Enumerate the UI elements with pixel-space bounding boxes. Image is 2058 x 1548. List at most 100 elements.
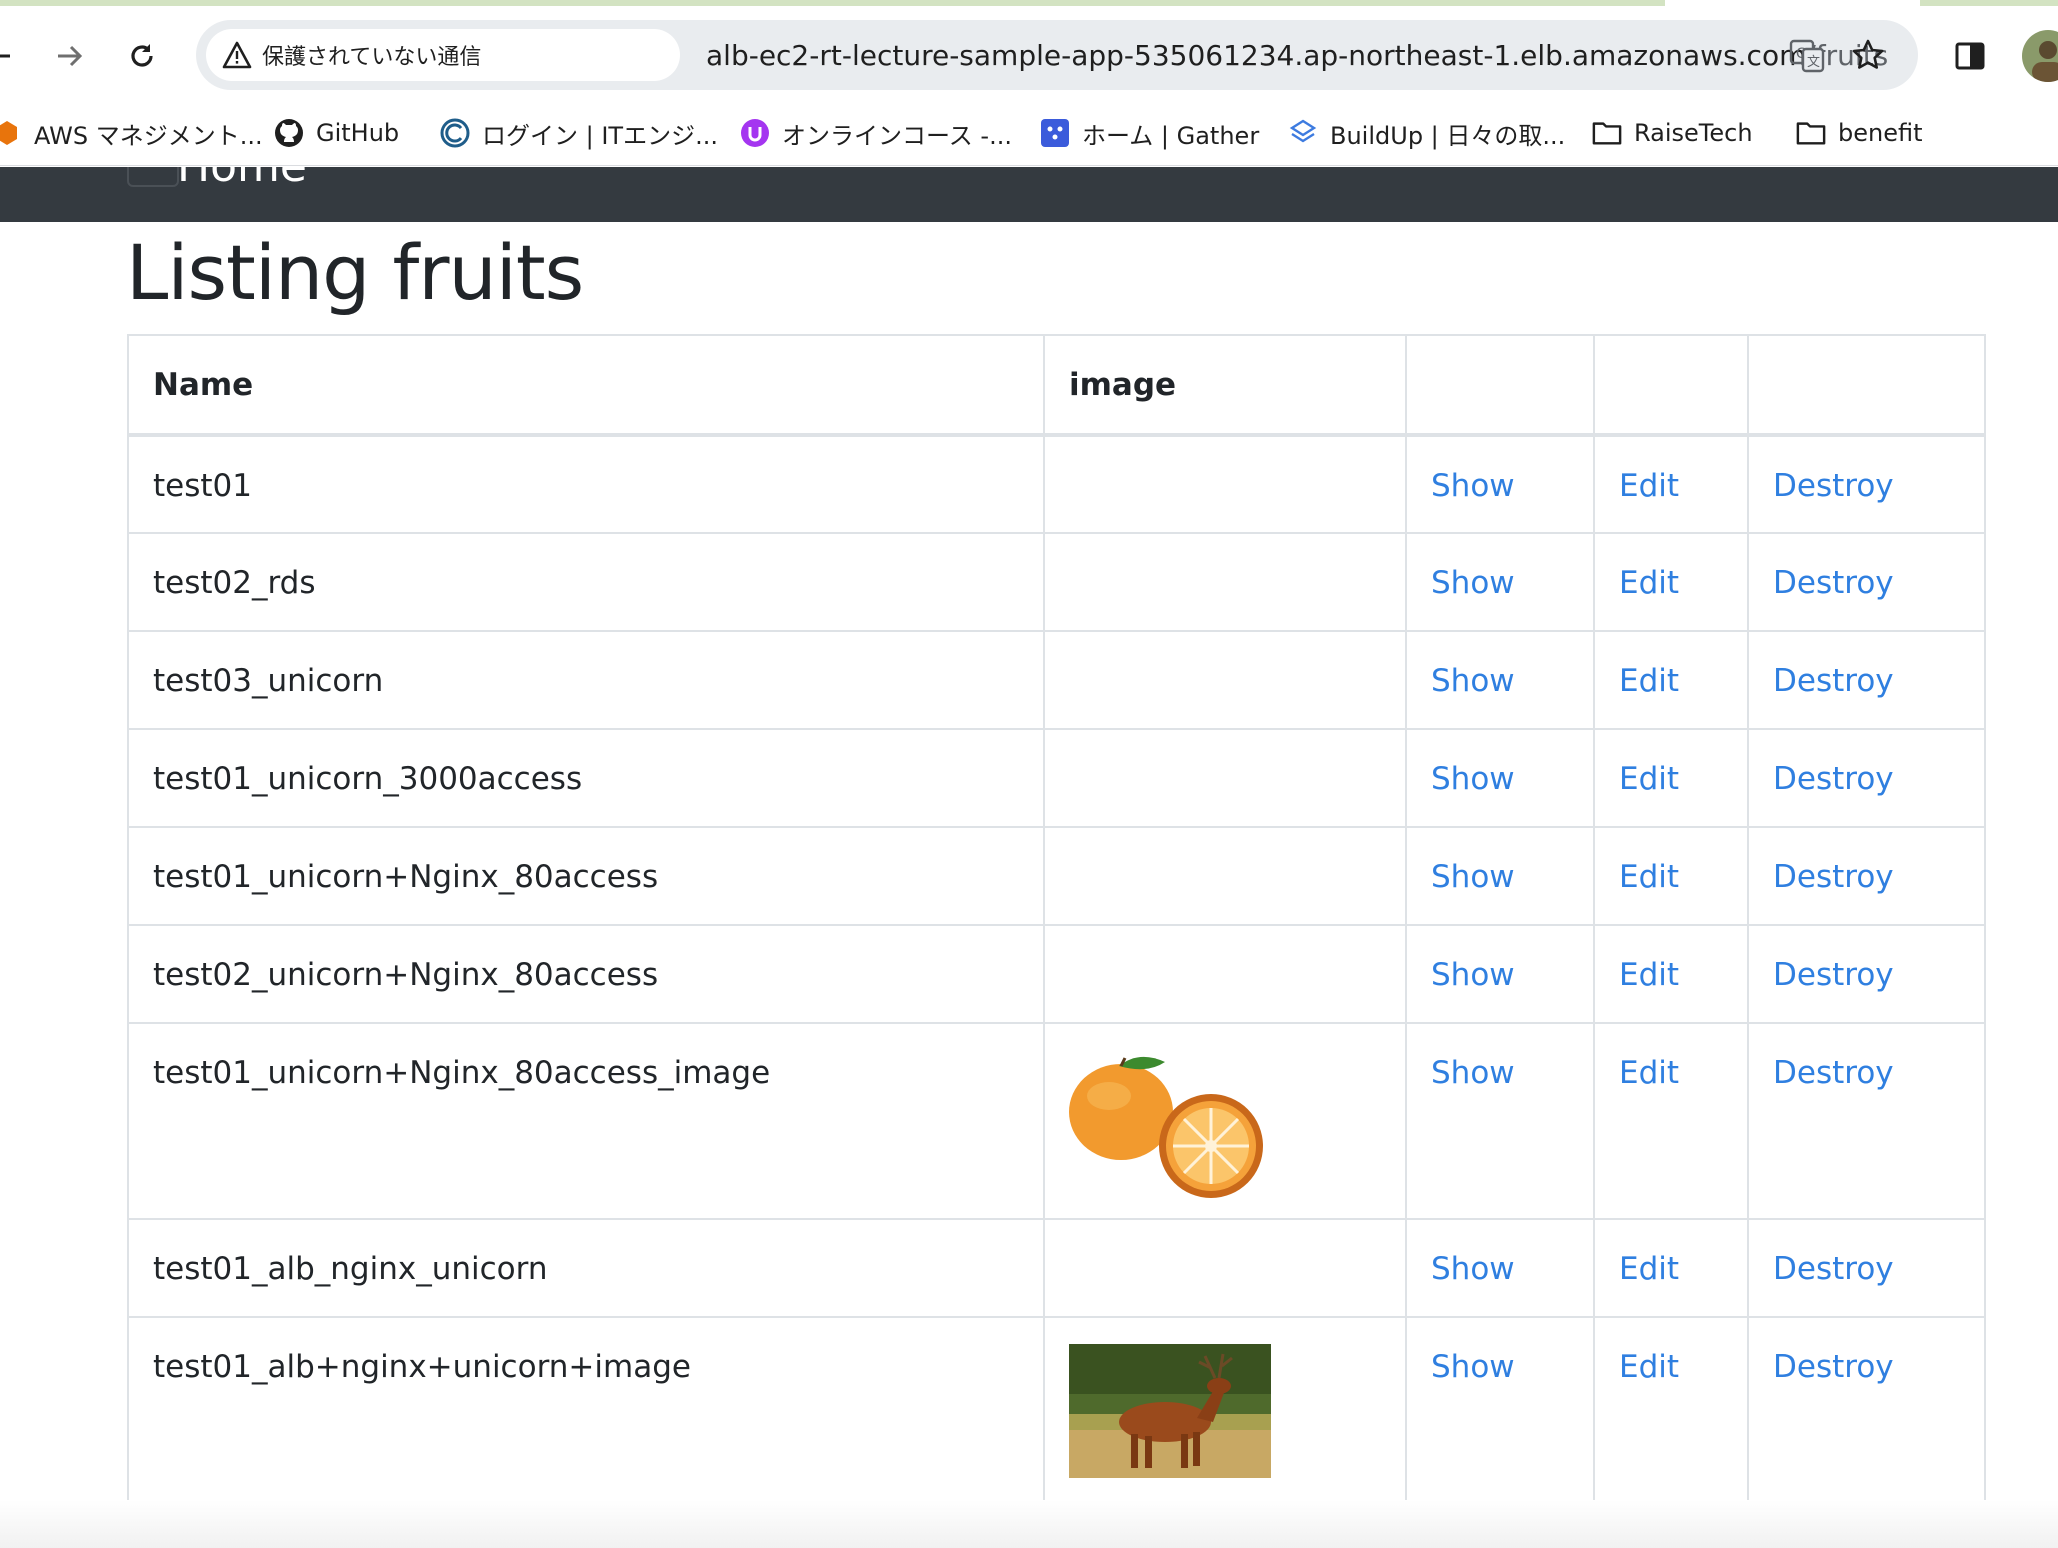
fruits-table: Name image test01 Show Edit Destroy test… <box>127 334 1986 1502</box>
fruit-image-cell <box>1043 1316 1407 1502</box>
bookmark-folder-raisetech[interactable]: RaiseTech <box>1592 110 1753 156</box>
column-header-edit <box>1593 334 1749 437</box>
forward-button[interactable] <box>48 34 92 78</box>
folder-icon <box>1796 118 1826 148</box>
table-header-row: Name image <box>127 334 1986 437</box>
edit-link[interactable]: Edit <box>1619 761 1679 797</box>
bookmark-github[interactable]: GitHub <box>274 110 399 156</box>
back-arrow-icon <box>0 54 10 58</box>
bookmark-label: benefit <box>1838 119 1923 147</box>
show-link[interactable]: Show <box>1431 1055 1515 1091</box>
avatar-icon <box>2022 30 2058 82</box>
bookmark-aws[interactable]: AWS マネジメント... <box>0 110 263 156</box>
show-link[interactable]: Show <box>1431 859 1515 895</box>
destroy-link[interactable]: Destroy <box>1773 859 1894 895</box>
bookmark-buildup[interactable]: BuildUp | 日々の取... <box>1288 110 1565 156</box>
bookmark-label: AWS マネジメント... <box>34 121 263 150</box>
gather-icon <box>1040 118 1070 148</box>
udemy-icon <box>740 118 770 148</box>
show-link[interactable]: Show <box>1431 565 1515 601</box>
show-link[interactable]: Show <box>1431 957 1515 993</box>
destroy-link[interactable]: Destroy <box>1773 1349 1894 1385</box>
navbar-home-link[interactable]: Home <box>177 167 307 195</box>
show-link[interactable]: Show <box>1431 468 1515 504</box>
bookmark-online-course[interactable]: オンラインコース -... <box>740 110 1012 156</box>
navbar: Home <box>0 167 2058 222</box>
bookmark-star-button[interactable] <box>1849 36 1887 74</box>
tab-edge[interactable] <box>1920 0 2058 6</box>
table-row: test01_alb_nginx_unicorn Show Edit Destr… <box>127 1218 1986 1318</box>
reload-button[interactable] <box>120 34 164 78</box>
security-label: 保護されていない通信 <box>262 45 482 70</box>
destroy-link[interactable]: Destroy <box>1773 565 1894 601</box>
edit-link[interactable]: Edit <box>1619 1055 1679 1091</box>
side-panel-button[interactable] <box>1948 34 1992 78</box>
github-icon <box>274 118 304 148</box>
destroy-link[interactable]: Destroy <box>1773 468 1894 504</box>
table-row: test02_rds Show Edit Destroy <box>127 532 1986 632</box>
column-header-name: Name <box>127 334 1045 437</box>
active-tab-edge[interactable] <box>0 0 1665 6</box>
back-button[interactable] <box>0 34 22 78</box>
destroy-link[interactable]: Destroy <box>1773 957 1894 993</box>
profile-avatar[interactable] <box>2022 30 2058 82</box>
table-row: test01 Show Edit Destroy <box>127 434 1986 534</box>
bookmarks-bar: AWS マネジメント... GitHub ログイン | ITエンジ... オンラ… <box>0 100 2058 166</box>
column-header-show <box>1405 334 1595 437</box>
globe-icon <box>440 118 470 148</box>
fruit-name-cell: test02_unicorn+Nginx_80access <box>127 924 1045 1024</box>
security-indicator[interactable]: 保護されていない通信 <box>206 29 680 81</box>
url-text[interactable]: alb-ec2-rt-lecture-sample-app-535061234.… <box>706 20 1888 90</box>
bookmark-it-engineer[interactable]: ログイン | ITエンジ... <box>440 110 718 156</box>
show-link[interactable]: Show <box>1431 1349 1515 1385</box>
fruit-name-cell: test01_unicorn_3000access <box>127 728 1045 828</box>
address-bar[interactable]: 保護されていない通信 alb-ec2-rt-lecture-sample-app… <box>196 20 1918 90</box>
fruit-image-cell <box>1043 434 1407 534</box>
edit-link[interactable]: Edit <box>1619 663 1679 699</box>
fruit-name-cell: test01 <box>127 434 1045 534</box>
destroy-link[interactable]: Destroy <box>1773 1251 1894 1287</box>
edit-link[interactable]: Edit <box>1619 1251 1679 1287</box>
navbar-toggler-button[interactable] <box>127 167 179 187</box>
bookmark-label: オンラインコース -... <box>782 121 1012 150</box>
forward-arrow-icon <box>58 45 83 67</box>
destroy-link[interactable]: Destroy <box>1773 1055 1894 1091</box>
table-row: test01_alb+nginx+unicorn+image Show Edit… <box>127 1316 1986 1502</box>
edit-link[interactable]: Edit <box>1619 859 1679 895</box>
table-row: test01_unicorn_3000access Show Edit Dest… <box>127 728 1986 828</box>
fruit-name-cell: test02_rds <box>127 532 1045 632</box>
buildup-icon <box>1288 118 1318 148</box>
fruit-image-cell <box>1043 532 1407 632</box>
side-panel-icon <box>1955 42 1985 70</box>
fruit-image-cell <box>1043 630 1407 730</box>
destroy-link[interactable]: Destroy <box>1773 663 1894 699</box>
bookmark-label: BuildUp | 日々の取... <box>1330 121 1566 150</box>
fruit-name-cell: test01_alb_nginx_unicorn <box>127 1218 1045 1318</box>
svg-text:文: 文 <box>1807 55 1820 70</box>
fruit-name-cell: test01_unicorn+Nginx_80access_image <box>127 1022 1045 1220</box>
table-row: test01_unicorn+Nginx_80access Show Edit … <box>127 826 1986 926</box>
orange-image <box>1069 1056 1263 1198</box>
destroy-link[interactable]: Destroy <box>1773 761 1894 797</box>
fruit-name-cell: test03_unicorn <box>127 630 1045 730</box>
table-row: test03_unicorn Show Edit Destroy <box>127 630 1986 730</box>
edit-link[interactable]: Edit <box>1619 565 1679 601</box>
column-header-image: image <box>1043 334 1407 437</box>
edit-link[interactable]: Edit <box>1619 957 1679 993</box>
bookmark-folder-benefit[interactable]: benefit <box>1796 110 1923 156</box>
warning-icon <box>222 41 252 69</box>
edit-link[interactable]: Edit <box>1619 468 1679 504</box>
show-link[interactable]: Show <box>1431 1251 1515 1287</box>
translate-button[interactable]: G文 <box>1788 36 1826 74</box>
bookmark-gather[interactable]: ホーム | Gather <box>1040 110 1259 156</box>
show-link[interactable]: Show <box>1431 663 1515 699</box>
page-bottom-shadow <box>0 1500 2058 1548</box>
aws-icon <box>0 118 22 148</box>
fruit-image-cell <box>1043 924 1407 1024</box>
column-header-destroy <box>1747 334 1986 437</box>
fruit-image-cell <box>1043 1022 1407 1220</box>
deer-image <box>1069 1344 1271 1478</box>
edit-link[interactable]: Edit <box>1619 1349 1679 1385</box>
fruit-name-cell: test01_unicorn+Nginx_80access <box>127 826 1045 926</box>
show-link[interactable]: Show <box>1431 761 1515 797</box>
